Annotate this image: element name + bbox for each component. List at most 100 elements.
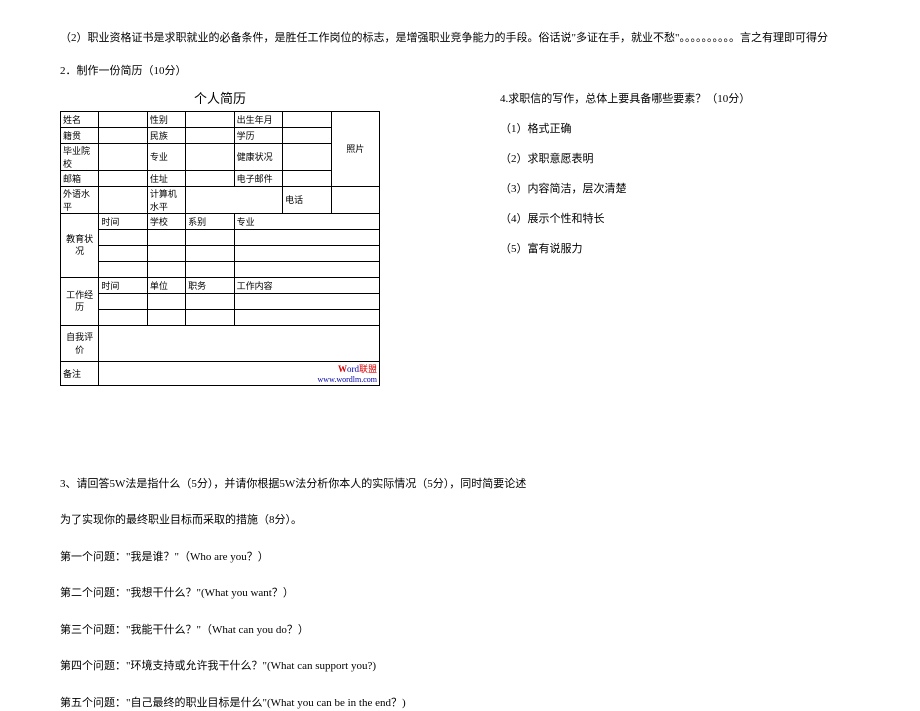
resume-column: 个人简历 姓名 性别 出生年月 照片 籍贯 民族 学历 毕业院校 — [60, 88, 380, 386]
cell — [147, 293, 185, 309]
cell — [186, 111, 234, 127]
intro-text-2: （2）职业资格证书是求职就业的必备条件，是胜任工作岗位的标志，是增强职业竞争能力… — [60, 32, 828, 44]
cell — [186, 293, 234, 309]
cell — [186, 186, 283, 213]
q4-item-5: （5）富有说服力 — [500, 240, 780, 256]
label-major2: 专业 — [234, 213, 379, 229]
cell — [147, 309, 185, 325]
intro-paragraph-2: （2）职业资格证书是求职就业的必备条件，是胜任工作岗位的标志，是增强职业竞争能力… — [60, 30, 860, 48]
label-edu-exp: 教育状况 — [61, 213, 99, 277]
label-email: 邮箱 — [61, 170, 99, 186]
cell — [283, 170, 331, 186]
table-row — [61, 261, 380, 277]
table-row — [61, 309, 380, 325]
q4-item-4: （4）展示个性和特长 — [500, 210, 780, 226]
table-row: 自我评价 — [61, 325, 380, 361]
label-grad: 毕业院校 — [61, 143, 99, 170]
label-gender: 性别 — [147, 111, 185, 127]
cell — [99, 229, 147, 245]
cell — [99, 261, 147, 277]
label-dob: 出生年月 — [234, 111, 282, 127]
word-logo: Word联盟 www.wordlm.com — [101, 362, 377, 384]
resume-title: 个人简历 — [60, 88, 380, 107]
table-row: 外语水平 计算机水平 电话 — [61, 186, 380, 213]
q4-column: 4.求职信的写作，总体上要具备哪些要素？（10分） （1）格式正确 （2）求职意… — [500, 88, 780, 386]
label-computer: 计算机水平 — [147, 186, 185, 213]
cell — [147, 245, 185, 261]
cell — [99, 293, 147, 309]
cell — [186, 170, 234, 186]
label-major: 专业 — [147, 143, 185, 170]
label-email2: 电子邮件 — [234, 170, 282, 186]
label-native: 籍贯 — [61, 127, 99, 143]
cell — [99, 186, 147, 213]
cell — [234, 229, 379, 245]
q4-item-2: （2）求职意愿表明 — [500, 150, 780, 166]
table-row — [61, 245, 380, 261]
cell — [234, 261, 379, 277]
label-phone: 电话 — [283, 186, 331, 213]
q3-q2: 第二个问题："我想干什么？"(What you want？） — [60, 585, 860, 602]
cell — [234, 245, 379, 261]
label-lang: 外语水平 — [61, 186, 99, 213]
table-row — [61, 293, 380, 309]
cell — [99, 309, 147, 325]
label-content: 工作内容 — [234, 277, 379, 293]
cell — [234, 293, 379, 309]
q3-q4: 第四个问题："环境支持或允许我干什么？"(What can support yo… — [60, 658, 860, 675]
q2-title: 2．制作一份简历（10分） — [60, 62, 860, 78]
label-dept: 系别 — [186, 213, 234, 229]
label-name: 姓名 — [61, 111, 99, 127]
table-row: 工作经历 时间 单位 职务 工作内容 — [61, 277, 380, 293]
label-time: 时间 — [99, 213, 147, 229]
label-ethnic: 民族 — [147, 127, 185, 143]
label-remark: 备注 — [61, 361, 99, 385]
q4-item-3: （3）内容简洁，层次清楚 — [500, 180, 780, 196]
cell — [186, 143, 234, 170]
label-school: 学校 — [147, 213, 185, 229]
label-work-exp: 工作经历 — [61, 277, 99, 325]
label-address: 住址 — [147, 170, 185, 186]
cell — [234, 309, 379, 325]
resume-table: 姓名 性别 出生年月 照片 籍贯 民族 学历 毕业院校 专业 — [60, 111, 380, 386]
cell — [99, 325, 380, 361]
q3-line-2: 为了实现你的最终职业目标而采取的措施（8分）。 — [60, 512, 860, 529]
cell: Word联盟 www.wordlm.com — [99, 361, 380, 385]
cell — [147, 229, 185, 245]
cell — [99, 170, 147, 186]
cell — [331, 186, 379, 213]
q4-title: 4.求职信的写作，总体上要具备哪些要素？（10分） — [500, 90, 780, 106]
label-company: 单位 — [147, 277, 185, 293]
cell — [147, 261, 185, 277]
logo-ord: ord — [347, 364, 359, 374]
label-time2: 时间 — [99, 277, 147, 293]
label-photo: 照片 — [331, 111, 379, 186]
q3-q3: 第三个问题："我能干什么？"（What can you do？） — [60, 622, 860, 639]
logo-url: www.wordlm.com — [101, 375, 377, 384]
cell — [186, 309, 234, 325]
cell — [186, 127, 234, 143]
label-self-eval: 自我评价 — [61, 325, 99, 361]
q3-q1: 第一个问题："我是谁？"（Who are you？） — [60, 549, 860, 566]
cell — [99, 143, 147, 170]
cell — [99, 245, 147, 261]
cell — [283, 111, 331, 127]
content-row: 个人简历 姓名 性别 出生年月 照片 籍贯 民族 学历 毕业院校 — [60, 88, 860, 386]
logo-w: W — [338, 364, 347, 374]
label-position: 职务 — [186, 277, 234, 293]
logo-lm: 联盟 — [359, 364, 377, 374]
cell — [186, 229, 234, 245]
cell — [99, 127, 147, 143]
cell — [283, 127, 331, 143]
table-row: 姓名 性别 出生年月 照片 — [61, 111, 380, 127]
label-education: 学历 — [234, 127, 282, 143]
table-row: 教育状况 时间 学校 系别 专业 — [61, 213, 380, 229]
cell — [186, 245, 234, 261]
q3-q5: 第五个问题："自己最终的职业目标是什么"(What you can be in … — [60, 695, 860, 711]
table-row: 备注 Word联盟 www.wordlm.com — [61, 361, 380, 385]
q3-line-1: 3、请回答5W法是指什么（5分），并请你根据5W法分析你本人的实际情况（5分），… — [60, 476, 860, 493]
cell — [99, 111, 147, 127]
table-row — [61, 229, 380, 245]
cell — [283, 143, 331, 170]
q3-section: 3、请回答5W法是指什么（5分），并请你根据5W法分析你本人的实际情况（5分），… — [60, 476, 860, 711]
